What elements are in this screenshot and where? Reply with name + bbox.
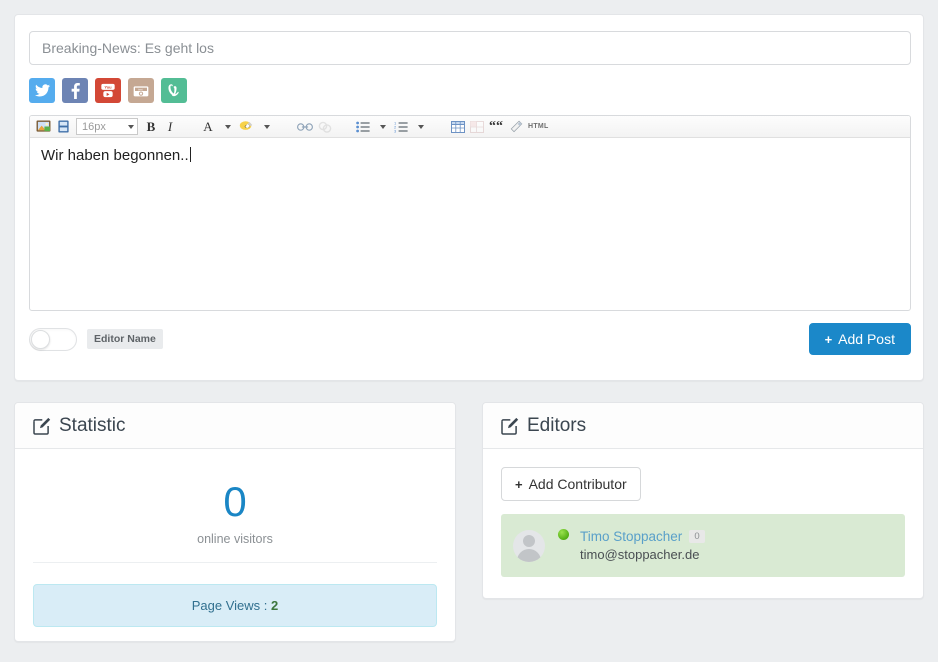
editor-name-badge: Editor Name <box>87 329 163 349</box>
unlink-icon <box>316 117 334 136</box>
social-facebook-button[interactable] <box>62 78 88 103</box>
online-status-dot <box>558 529 569 540</box>
toggle-knob <box>31 329 50 349</box>
ordered-list-dropdown-icon[interactable] <box>411 117 429 136</box>
font-size-value: 16px <box>82 120 106 133</box>
font-size-select[interactable]: 16px <box>76 118 138 135</box>
editor-toolbar: 16px B I A ab <box>30 116 910 138</box>
post-title-input[interactable] <box>29 31 911 65</box>
facebook-icon <box>71 82 80 99</box>
online-visitors-count: 0 <box>223 478 247 525</box>
editor-name-toggle[interactable] <box>29 327 77 351</box>
online-visitors-counter: 0 online visitors <box>33 467 437 563</box>
text-cursor <box>189 147 191 162</box>
svg-text:inst: inst <box>138 87 143 91</box>
social-instagram-button[interactable]: inst <box>128 78 154 103</box>
blockquote-button[interactable]: ““ <box>487 117 505 136</box>
editor-meta: Timo Stoppacher 0 timo@stoppacher.de <box>580 529 705 562</box>
highlight-color-button[interactable]: ab <box>237 117 256 136</box>
svg-text:3: 3 <box>394 128 397 133</box>
editor-post-count-badge: 0 <box>689 530 705 543</box>
online-visitors-caption: online visitors <box>197 532 273 546</box>
statistic-panel-title: Statistic <box>59 414 126 436</box>
edit-pencil-icon <box>33 417 51 435</box>
vine-icon <box>167 83 179 96</box>
plus-icon: + <box>824 331 833 347</box>
plus-icon: + <box>515 476 523 492</box>
editor-name-row: Timo Stoppacher 0 <box>580 529 705 544</box>
avatar <box>513 529 545 562</box>
page-views-value: 2 <box>271 598 279 613</box>
social-network-selector: You inst <box>29 78 909 103</box>
editor-content-area[interactable]: Wir haben begonnen.. <box>30 138 910 310</box>
unordered-list-dropdown-icon[interactable] <box>373 117 391 136</box>
post-composer-card: You inst <box>14 14 924 381</box>
ordered-list-icon[interactable]: 1 2 3 <box>392 117 410 136</box>
statistic-panel-body: 0 online visitors Page Views : 2 <box>15 449 455 645</box>
clear-formatting-eraser-icon[interactable] <box>506 117 525 136</box>
add-post-label: Add Post <box>838 331 895 347</box>
insert-video-icon[interactable] <box>54 117 72 136</box>
unordered-list-icon[interactable] <box>354 117 372 136</box>
table-cell-properties-icon <box>468 117 486 136</box>
twitter-icon <box>34 84 50 97</box>
italic-button[interactable]: I <box>161 117 179 136</box>
insert-image-icon[interactable] <box>34 117 53 136</box>
editors-panel-title: Editors <box>527 414 587 436</box>
chevron-down-icon <box>128 125 134 129</box>
editor-email: timo@stoppacher.de <box>580 547 700 562</box>
highlight-color-dropdown-icon[interactable] <box>257 117 275 136</box>
editor-text: Wir haben begonnen.. <box>41 147 189 164</box>
font-color-button[interactable]: A <box>199 117 217 136</box>
bold-button[interactable]: B <box>142 117 160 136</box>
page-views-alert: Page Views : 2 <box>33 584 437 627</box>
editors-panel: Editors + Add Contributor Timo Stoppache… <box>482 402 924 599</box>
statistic-panel: Statistic 0 online visitors Page Views :… <box>14 402 456 642</box>
list-item[interactable]: Timo Stoppacher 0 timo@stoppacher.de <box>501 514 905 577</box>
editors-panel-header: Editors <box>483 403 923 449</box>
editors-list: Timo Stoppacher 0 timo@stoppacher.de <box>501 514 905 577</box>
svg-text:You: You <box>104 85 112 90</box>
insert-table-icon[interactable] <box>449 117 467 136</box>
composer-footer: Editor Name + Add Post <box>29 323 911 355</box>
statistic-panel-header: Statistic <box>15 403 455 449</box>
social-vine-button[interactable] <box>161 78 187 103</box>
editor-name[interactable]: Timo Stoppacher <box>580 529 682 544</box>
instagram-icon: inst <box>133 85 149 96</box>
youtube-icon: You <box>101 83 115 98</box>
edit-pencil-icon <box>501 417 519 435</box>
add-contributor-button[interactable]: + Add Contributor <box>501 467 641 501</box>
editors-panel-body: + Add Contributor Timo Stoppacher 0 timo… <box>483 449 923 595</box>
html-source-button[interactable]: HTML <box>526 117 551 136</box>
social-youtube-button[interactable]: You <box>95 78 121 103</box>
rich-text-editor: 16px B I A ab <box>29 115 911 311</box>
font-color-dropdown-icon[interactable] <box>218 117 236 136</box>
add-contributor-label: Add Contributor <box>528 476 627 492</box>
social-twitter-button[interactable] <box>29 78 55 103</box>
insert-link-icon[interactable] <box>295 117 315 136</box>
add-post-button[interactable]: + Add Post <box>808 323 911 355</box>
page-views-label: Page Views : <box>191 598 268 613</box>
